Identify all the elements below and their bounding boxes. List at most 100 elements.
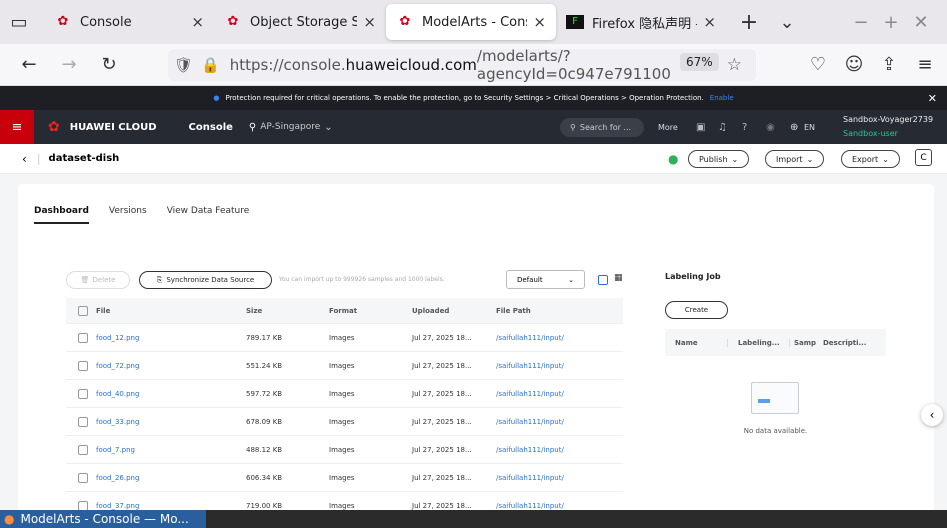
new-tab-button[interactable]: + — [734, 7, 764, 37]
table-header: File Size Format Uploaded File Path — [66, 298, 623, 324]
status-check-icon: ● — [668, 151, 679, 166]
help-icon[interactable]: ? — [742, 122, 747, 133]
row-checkbox[interactable] — [78, 332, 88, 343]
brand-name[interactable]: HUAWEI CLOUD — [70, 122, 157, 133]
pocket-icon[interactable]: ♡ — [803, 50, 833, 80]
table-row: food_40.png 597.72 KB Images Jul 27, 202… — [66, 380, 623, 408]
file-name-link[interactable]: food_72.png — [96, 362, 246, 370]
tab-list-icon[interactable]: ▭ — [4, 7, 34, 37]
publish-button[interactable]: Publish ⌄ — [688, 150, 750, 168]
close-icon[interactable]: ✕ — [928, 92, 937, 105]
collapse-panel-chevron-icon[interactable]: ‹ — [921, 404, 943, 426]
header-file-path: File Path — [496, 306, 531, 315]
hamburger-menu-icon[interactable]: ≡ — [0, 110, 34, 144]
file-name-link[interactable]: food_33.png — [96, 418, 246, 426]
header-description: Descripti... — [823, 338, 867, 347]
main-content: Dashboard Versions View Data Feature 🗑 De… — [0, 174, 947, 520]
taskbar-window-label: ModelArts - Console — Mo... — [20, 512, 189, 526]
file-path-link[interactable]: /saifullah111/input/ — [496, 334, 606, 342]
tab-modelarts[interactable]: ✿ ModelArts - Console × — [386, 4, 556, 40]
zoom-level[interactable]: 67% — [680, 53, 719, 71]
file-format: Images — [329, 361, 355, 370]
sync-label: Synchronize Data Source — [166, 276, 255, 284]
grid-view-icon[interactable]: ▦ — [614, 273, 623, 283]
file-path-link[interactable]: /saifullah111/input/ — [496, 390, 606, 398]
select-all-checkbox[interactable] — [598, 275, 608, 285]
url-bar[interactable]: 🛡 🔒 https://console. huaweicloud.com/mode… — [168, 47, 756, 83]
tab-view-data-feature[interactable]: View Data Feature — [167, 206, 250, 224]
close-icon[interactable]: × — [703, 13, 716, 31]
browser-tab-bar: ▭ ✿ Console × ✿ Object Storage Servic × … — [0, 0, 947, 44]
banner-enable-link[interactable]: Enable — [710, 94, 734, 102]
labeling-job-panel: Labeling Job Create Name Labeling... Sam… — [665, 272, 887, 452]
language-selector[interactable]: EN — [804, 123, 815, 132]
tab-firefox-privacy[interactable]: F Firefox 隐私声明 — F × — [556, 4, 726, 40]
screen-icon[interactable]: ▣ — [696, 122, 705, 133]
more-menu[interactable]: More — [658, 123, 678, 132]
username[interactable]: Sandbox-Voyager2739 — [843, 115, 933, 124]
close-icon[interactable]: × — [533, 13, 546, 31]
sort-value: Default — [517, 275, 543, 284]
close-icon[interactable]: × — [363, 13, 376, 31]
file-size: 789.17 KB — [246, 333, 283, 342]
refresh-icon[interactable]: C — [915, 149, 932, 166]
back-arrow-icon[interactable]: ← — [14, 50, 44, 80]
file-path-link[interactable]: /saifullah111/input/ — [496, 474, 606, 482]
create-button[interactable]: Create — [665, 301, 728, 319]
labeling-table-header: Name Labeling... Samp Descripti... — [665, 329, 886, 356]
reload-icon[interactable]: ↻ — [94, 50, 124, 80]
sort-select[interactable]: Default ⌄ — [506, 270, 585, 289]
globe-icon[interactable]: ⊕ — [790, 122, 798, 133]
row-checkbox[interactable] — [78, 360, 88, 371]
menu-icon[interactable]: ≡ — [910, 50, 940, 80]
account-icon[interactable]: ☺ — [839, 50, 869, 80]
header-checkbox[interactable] — [78, 305, 88, 316]
tab-dashboard[interactable]: Dashboard — [34, 206, 89, 224]
file-name-link[interactable]: food_26.png — [96, 474, 246, 482]
search-input[interactable]: ⚲ Search for ... — [560, 118, 644, 137]
row-checkbox[interactable] — [78, 472, 88, 483]
file-name-link[interactable]: food_12.png — [96, 334, 246, 342]
region-selector[interactable]: AP-Singapore — [260, 122, 320, 132]
row-checkbox[interactable] — [78, 388, 88, 399]
tab-console[interactable]: ✿ Console × — [44, 4, 214, 40]
bookmark-star-icon[interactable]: ☆ — [727, 55, 742, 75]
close-icon[interactable]: × — [191, 13, 204, 31]
ticket-icon[interactable]: ◉ — [766, 122, 775, 133]
file-path-link[interactable]: /saifullah111/input/ — [496, 446, 606, 454]
back-chevron-icon[interactable]: ‹ — [22, 152, 27, 166]
file-path-link[interactable]: /saifullah111/input/ — [496, 502, 606, 510]
row-checkbox[interactable] — [78, 416, 88, 427]
file-path-link[interactable]: /saifullah111/input/ — [496, 362, 606, 370]
file-name-link[interactable]: food_37.png — [96, 502, 246, 510]
chevron-down-icon: ⌄ — [568, 275, 574, 284]
file-name-link[interactable]: food_7.png — [96, 446, 246, 454]
row-checkbox[interactable] — [78, 500, 88, 511]
maximize-icon[interactable]: + — [876, 7, 906, 37]
location-pin-icon: ⚲ — [248, 121, 257, 133]
delete-button[interactable]: 🗑 Delete — [66, 271, 130, 289]
console-link[interactable]: Console — [189, 122, 233, 133]
shield-icon: 🛡 — [174, 56, 194, 74]
tab-overflow-chevron-icon[interactable]: ⌄ — [772, 7, 802, 37]
chevron-down-icon: ⌄ — [731, 154, 739, 164]
file-path-link[interactable]: /saifullah111/input/ — [496, 418, 606, 426]
close-window-icon[interactable]: ✕ — [906, 7, 936, 37]
import-button[interactable]: Import ⌄ — [765, 150, 825, 168]
tab-object-storage[interactable]: ✿ Object Storage Servic × — [214, 4, 386, 40]
file-name-link[interactable]: food_40.png — [96, 390, 246, 398]
delete-label: Delete — [92, 276, 116, 284]
forward-arrow-icon[interactable]: → — [54, 50, 84, 80]
huawei-logo-icon: ✿ — [57, 14, 69, 29]
export-button[interactable]: Export ⌄ — [841, 150, 900, 168]
os-taskbar: ● ModelArts - Console — Mo... — [0, 510, 947, 528]
bell-icon[interactable]: ♫ — [718, 122, 727, 133]
file-uploaded: Jul 27, 2025 18... — [412, 473, 472, 482]
file-uploaded: Jul 27, 2025 18... — [412, 333, 472, 342]
extensions-icon[interactable]: ⇪ — [874, 50, 904, 80]
minimize-icon[interactable]: − — [846, 7, 876, 37]
taskbar-window-button[interactable]: ● ModelArts - Console — Mo... — [0, 510, 206, 528]
tab-versions[interactable]: Versions — [109, 206, 147, 224]
row-checkbox[interactable] — [78, 444, 88, 455]
synchronize-data-source-button[interactable]: ⎘ Synchronize Data Source — [139, 271, 272, 289]
